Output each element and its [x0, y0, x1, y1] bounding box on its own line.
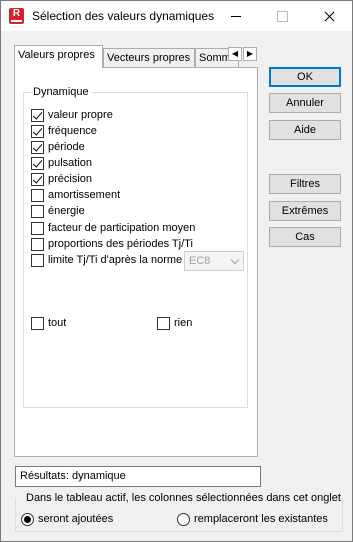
norm-select-value: EC8	[189, 255, 211, 267]
tab-valeurs-propres[interactable]: Valeurs propres	[14, 45, 103, 68]
checkbox-row[interactable]: facteur de participation moyen	[31, 221, 195, 235]
minimize-icon[interactable]	[213, 1, 259, 31]
select-none-row[interactable]: rien	[157, 316, 192, 330]
checkbox[interactable]	[31, 124, 44, 138]
tab-scroll-right-icon[interactable]: ▶	[243, 47, 257, 61]
radio-label: seront ajoutées	[38, 513, 114, 525]
help-button[interactable]: Aide	[269, 120, 341, 140]
checkbox-label: facteur de participation moyen	[48, 222, 196, 234]
select-all-row[interactable]: tout	[31, 316, 66, 330]
select-all-label: tout	[48, 317, 67, 329]
checkbox[interactable]	[157, 316, 170, 330]
column-mode-legend: Dans le tableau actif, les colonnes séle…	[25, 492, 342, 504]
radio-button[interactable]	[21, 512, 34, 526]
checkbox-row[interactable]: pulsation	[31, 156, 92, 170]
checkbox-row[interactable]: énergie	[31, 204, 85, 218]
checkbox-row[interactable]: période	[31, 140, 85, 154]
radio-add-row[interactable]: seront ajoutées	[21, 512, 113, 526]
checkbox[interactable]	[31, 140, 44, 154]
checkbox[interactable]	[31, 156, 44, 170]
tab-vecteurs-propres[interactable]: Vecteurs propres	[103, 48, 195, 67]
tab-strip: Valeurs propres Vecteurs propres Somm ◀ …	[14, 45, 258, 68]
dialog-window: R Sélection des valeurs dynamiques Valeu…	[0, 0, 353, 542]
cases-button[interactable]: Cas	[269, 227, 341, 247]
cancel-button[interactable]: Annuler	[269, 93, 341, 113]
checkbox[interactable]	[31, 172, 44, 186]
checkbox-row[interactable]: précision	[31, 172, 92, 186]
checkbox-label: période	[48, 141, 85, 153]
checkbox-row[interactable]: fréquence	[31, 124, 97, 138]
checkbox[interactable]	[31, 108, 44, 122]
checkbox-label: précision	[48, 173, 93, 185]
title-bar[interactable]: R Sélection des valeurs dynamiques	[1, 1, 352, 31]
results-field: Résultats: dynamique	[15, 466, 261, 487]
norm-select[interactable]: EC8	[184, 251, 244, 271]
close-icon[interactable]	[306, 1, 352, 31]
checkbox-row[interactable]: valeur propre	[31, 108, 113, 122]
checkbox-label: pulsation	[48, 157, 93, 169]
radio-button[interactable]	[177, 512, 190, 526]
window-title: Sélection des valeurs dynamiques	[32, 9, 215, 23]
filters-button[interactable]: Filtres	[269, 174, 341, 194]
checkbox[interactable]	[31, 221, 44, 235]
app-logo-letter: R	[12, 8, 21, 19]
checkbox-row[interactable]: proportions des périodes Tj/Ti	[31, 237, 193, 251]
checkbox[interactable]	[31, 204, 44, 218]
ok-button[interactable]: OK	[269, 67, 341, 87]
checkbox[interactable]	[31, 316, 44, 330]
select-none-label: rien	[174, 317, 193, 329]
tab-scroll-left-icon[interactable]: ◀	[228, 47, 242, 61]
maximize-icon[interactable]	[259, 1, 305, 31]
checkbox-label: valeur propre	[48, 109, 113, 121]
checkbox[interactable]	[31, 253, 44, 267]
tab-panel: Dynamique valeur propre fréquence périod…	[14, 67, 258, 457]
checkbox-row[interactable]: amortissement	[31, 188, 120, 202]
checkbox-row[interactable]: limite Tj/Ti d'après la norme	[31, 253, 182, 267]
checkbox[interactable]	[31, 237, 44, 251]
radio-replace-row[interactable]: remplaceront les existantes	[177, 512, 328, 526]
checkbox-label: fréquence	[48, 125, 97, 137]
checkbox-label: énergie	[48, 205, 85, 217]
checkbox-label: proportions des périodes Tj/Ti	[48, 238, 193, 250]
checkbox-label: amortissement	[48, 189, 121, 201]
checkbox-label: limite Tj/Ti d'après la norme	[48, 254, 183, 266]
checkbox[interactable]	[31, 188, 44, 202]
groupbox-legend: Dynamique	[31, 86, 91, 98]
extremes-button[interactable]: Extrêmes	[269, 201, 341, 221]
app-logo-icon: R	[9, 8, 24, 24]
radio-label: remplaceront les existantes	[194, 513, 328, 525]
chevron-down-icon	[230, 255, 240, 265]
